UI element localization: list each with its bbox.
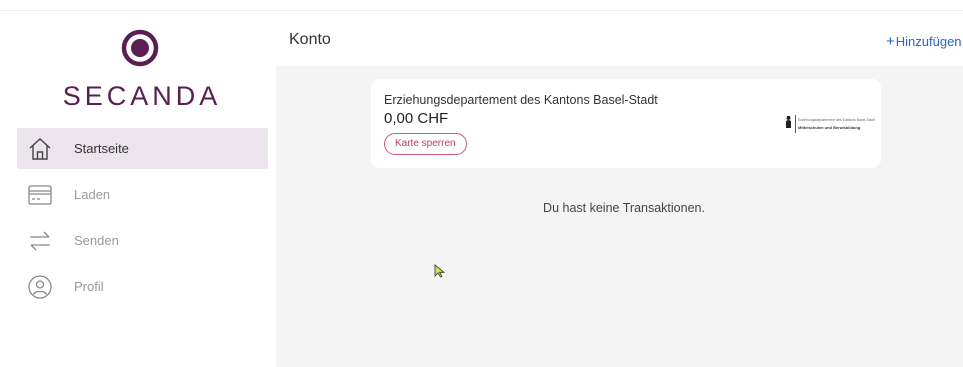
secanda-logo-icon [121, 29, 159, 67]
mouse-cursor-icon [434, 264, 446, 278]
sidebar-item-label: Profil [74, 279, 104, 294]
basel-crest-icon [786, 116, 791, 128]
transfer-arrows-icon [30, 231, 50, 251]
sidebar-nav: Startseite Laden Senden Profil [17, 128, 268, 312]
page-header: Konto +Hinzufügen [276, 11, 963, 66]
page-title: Konto [289, 31, 331, 48]
sidebar-item-label: Startseite [74, 141, 129, 156]
main-content: Konto +Hinzufügen Erziehungsdepartement … [276, 11, 963, 367]
user-circle-icon [28, 275, 52, 299]
add-button[interactable]: +Hinzufügen [886, 33, 962, 50]
card-icon [28, 185, 52, 205]
issuer-logo-line2: Mittelschulen und Berufsbildung [798, 125, 861, 130]
home-icon [29, 138, 51, 160]
plus-icon: + [886, 33, 895, 50]
sidebar-item-profil[interactable]: Profil [17, 266, 268, 307]
logo-separator [795, 115, 796, 133]
card-issuer: Erziehungsdepartement des Kantons Basel-… [384, 93, 658, 107]
sidebar-item-senden[interactable]: Senden [17, 220, 268, 261]
block-card-button[interactable]: Karte sperren [384, 133, 467, 155]
issuer-logo-line1: Erziehungsdepartement des Kantons Basel-… [798, 118, 875, 122]
sidebar-item-startseite[interactable]: Startseite [17, 128, 268, 169]
brand-logo-text: SECANDA [62, 81, 222, 111]
add-button-label: Hinzufügen [895, 34, 962, 49]
sidebar-item-label: Senden [74, 233, 119, 248]
empty-transactions-message: Du hast keine Transaktionen. [543, 201, 705, 215]
issuer-logo: Erziehungsdepartement des Kantons Basel-… [785, 115, 875, 133]
sidebar: SECANDA Startseite Laden Senden Profil [0, 11, 276, 367]
card-balance: 0,00 CHF [384, 110, 449, 127]
account-card[interactable]: Erziehungsdepartement des Kantons Basel-… [371, 79, 881, 168]
sidebar-item-label: Laden [74, 187, 111, 202]
sidebar-item-laden[interactable]: Laden [17, 174, 268, 215]
